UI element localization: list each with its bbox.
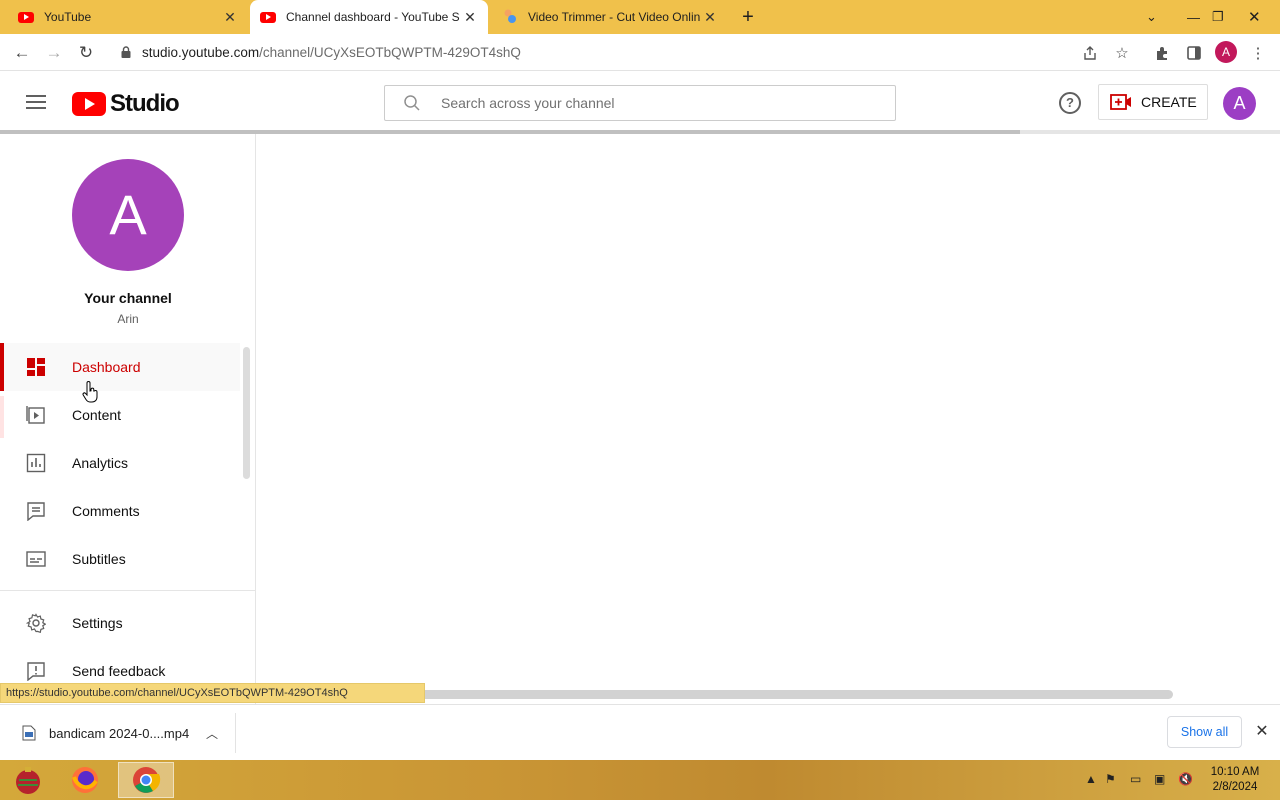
hand-cursor-icon <box>82 381 98 403</box>
show-hidden-icons-icon[interactable]: ▲ <box>1085 772 1097 786</box>
account-avatar[interactable]: A <box>1223 87 1256 120</box>
sidebar-item-analytics[interactable]: Analytics <box>0 439 240 487</box>
tab-search-chevron-icon[interactable]: ⌄ <box>1146 0 1157 34</box>
download-item[interactable]: bandicam 2024-0....mp4 ︿ <box>0 713 236 753</box>
sidebar-item-content[interactable]: Content <box>0 391 240 439</box>
bookmark-star-icon[interactable]: ☆ <box>1111 42 1133 64</box>
reload-button[interactable]: ↻ <box>75 42 97 64</box>
extensions-icon[interactable] <box>1151 42 1173 64</box>
browser-menu-icon[interactable]: ⋮ <box>1247 42 1269 64</box>
tab-youtube[interactable]: YouTube ✕ <box>0 0 248 34</box>
new-tab-button[interactable]: + <box>737 6 759 28</box>
power-icon[interactable]: ▭ <box>1130 772 1141 786</box>
tab-channel-dashboard[interactable]: Channel dashboard - YouTube St ✕ <box>250 0 488 34</box>
hamburger-menu-icon[interactable] <box>26 95 46 109</box>
minimize-button[interactable]: — <box>1187 0 1200 34</box>
sidebar-item-label: Send feedback <box>72 663 166 679</box>
tab-title: Video Trimmer - Cut Video Onlin <box>528 10 700 24</box>
analytics-icon <box>26 453 46 473</box>
channel-name: Arin <box>117 312 139 326</box>
side-panel-icon[interactable] <box>1183 42 1205 64</box>
content-icon <box>26 406 45 424</box>
create-label: CREATE <box>1141 94 1197 110</box>
chevron-up-icon[interactable]: ︿ <box>206 725 218 742</box>
close-tab-icon[interactable]: ✕ <box>700 9 720 26</box>
url-host: studio.youtube.com <box>142 44 260 60</box>
studio-header: Studio Search across your channel ? CREA… <box>0 71 1280 131</box>
chrome-icon <box>133 767 161 793</box>
close-window-button[interactable]: ✕ <box>1248 0 1261 34</box>
start-button[interactable] <box>0 762 56 798</box>
tab-video-trimmer[interactable]: Video Trimmer - Cut Video Onlin ✕ <box>490 0 728 34</box>
download-shelf: bandicam 2024-0....mp4 ︿ Show all ✕ <box>0 704 1280 760</box>
sidebar-item-label: Content <box>72 407 122 423</box>
youtube-icon <box>260 9 276 25</box>
sidebar-item-comments[interactable]: Comments <box>0 487 240 535</box>
channel-avatar[interactable]: A <box>72 159 184 271</box>
sidebar-item-subtitles[interactable]: Subtitles <box>0 535 240 583</box>
sidebar-item-label: Subtitles <box>72 551 126 567</box>
create-video-icon <box>1110 94 1131 110</box>
sidebar-item-label: Settings <box>72 615 123 631</box>
clock-time: 10:10 AM <box>1210 766 1260 778</box>
forward-button[interactable]: → <box>43 42 65 64</box>
lock-icon <box>121 46 131 58</box>
address-bar[interactable]: studio.youtube.com/channel/UCyXsEOTbQWPT… <box>108 38 1144 66</box>
youtube-icon <box>18 9 34 25</box>
search-icon <box>404 95 420 111</box>
link-status-url: https://studio.youtube.com/channel/UCyXs… <box>0 683 425 703</box>
taskbar-firefox[interactable] <box>57 762 113 798</box>
tab-title: Channel dashboard - YouTube St <box>286 10 460 24</box>
help-icon[interactable]: ? <box>1059 92 1081 114</box>
taskbar-chrome[interactable] <box>118 762 174 798</box>
windows-taskbar: ▲ ⚑ ▭ ▣ 🔇 10:10 AM 2/8/2024 <box>0 760 1280 800</box>
browser-toolbar: ← → ↻ studio.youtube.com/channel/UCyXsEO… <box>0 34 1280 71</box>
studio-sidebar: A Your channel Arin Dashboard Content An… <box>0 134 256 705</box>
tab-title: YouTube <box>44 10 92 24</box>
sidebar-divider <box>0 590 255 591</box>
url-path: /channel/UCyXsEOTbQWPTM-429OT4shQ <box>259 44 521 60</box>
download-file-name: bandicam 2024-0....mp4 <box>49 725 190 741</box>
close-tab-icon[interactable]: ✕ <box>220 9 240 26</box>
settings-icon <box>26 613 46 633</box>
browser-profile-avatar[interactable]: A <box>1215 41 1237 63</box>
system-clock[interactable]: 10:10 AM 2/8/2024 <box>1203 765 1267 795</box>
back-button[interactable]: ← <box>11 42 33 64</box>
action-center-flag-icon[interactable]: ⚑ <box>1105 772 1116 786</box>
dashboard-icon <box>27 358 45 376</box>
network-icon[interactable]: ▣ <box>1154 772 1165 786</box>
share-icon[interactable] <box>1079 42 1101 64</box>
search-placeholder: Search across your channel <box>441 95 615 111</box>
channel-search-input[interactable]: Search across your channel <box>384 85 896 121</box>
start-ornament-icon <box>16 767 40 794</box>
subtitles-icon <box>26 551 46 567</box>
dashboard-main-area <box>256 134 1280 705</box>
volume-muted-icon[interactable]: 🔇 <box>1178 772 1193 786</box>
sidebar-scrollbar[interactable] <box>243 347 250 479</box>
browser-tab-strip: YouTube ✕ Channel dashboard - YouTube St… <box>0 0 1280 34</box>
restore-button[interactable]: ❐ <box>1212 0 1224 34</box>
create-button[interactable]: CREATE <box>1098 84 1208 120</box>
firefox-icon <box>72 767 98 793</box>
video-file-icon <box>22 725 36 741</box>
sidebar-item-label: Comments <box>72 503 140 519</box>
horizontal-scrollbar[interactable] <box>420 690 1173 699</box>
feedback-icon <box>27 662 45 681</box>
video-trimmer-icon <box>502 9 518 25</box>
sidebar-item-dashboard[interactable]: Dashboard <box>0 343 240 391</box>
close-tab-icon[interactable]: ✕ <box>460 9 480 26</box>
studio-logo[interactable]: Studio <box>72 90 180 118</box>
channel-title: Your channel <box>84 290 172 306</box>
close-download-shelf-icon[interactable]: ✕ <box>1252 721 1272 741</box>
sidebar-item-label: Analytics <box>72 455 129 471</box>
sidebar-item-label: Dashboard <box>72 359 141 375</box>
clock-date: 2/8/2024 <box>1212 781 1258 793</box>
comments-icon <box>27 502 45 521</box>
youtube-play-icon <box>72 92 106 116</box>
sidebar-item-settings[interactable]: Settings <box>0 599 240 647</box>
show-all-downloads-button[interactable]: Show all <box>1167 716 1242 748</box>
studio-logo-text: Studio <box>110 90 180 117</box>
